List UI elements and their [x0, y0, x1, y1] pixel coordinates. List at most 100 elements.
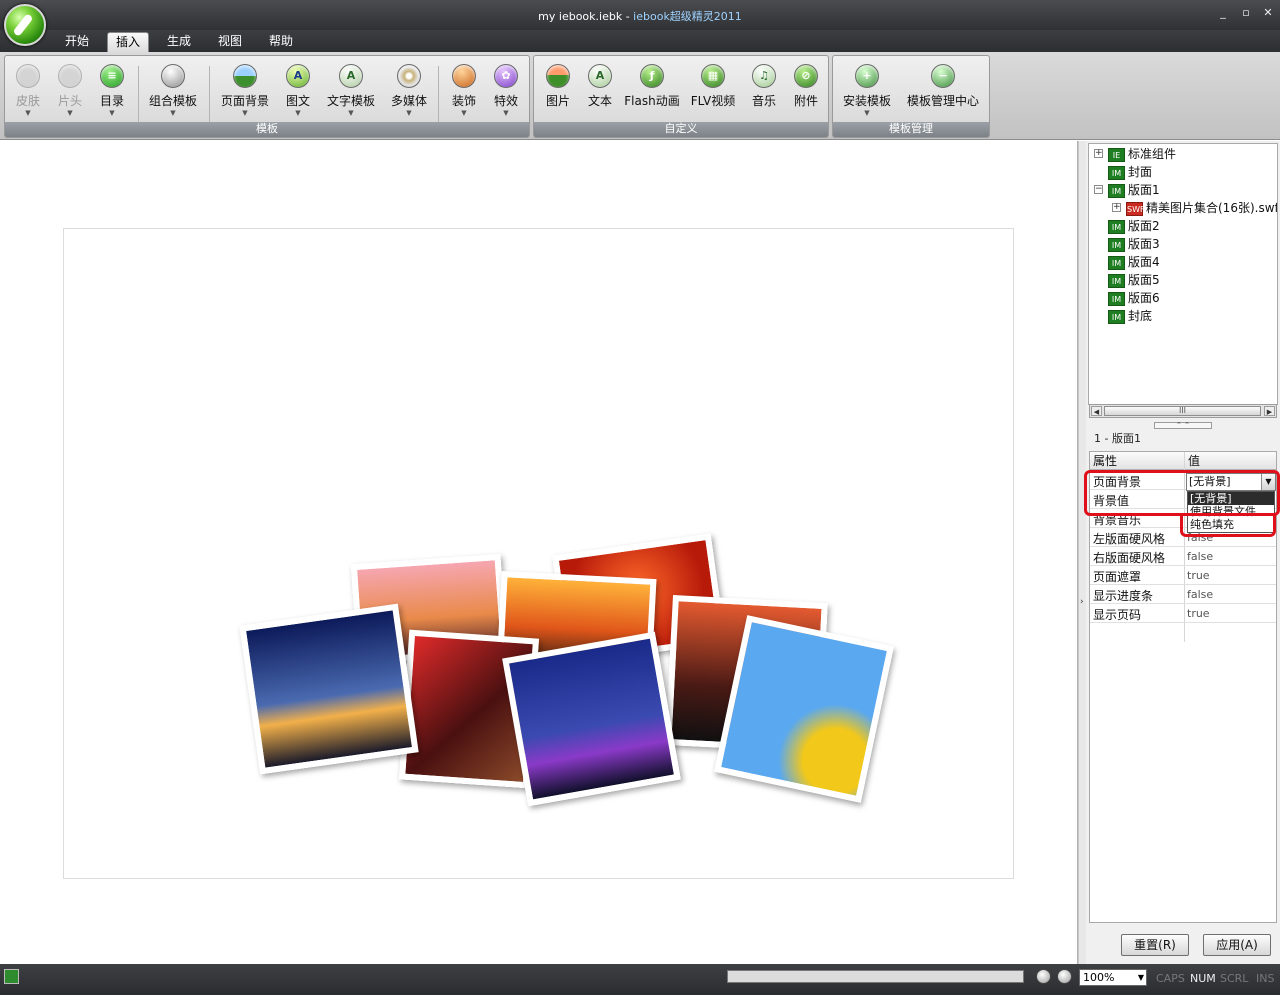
app-window: my iebook.iebk - iebook超级精灵2011 _ ▫ ✕ 开始… [0, 0, 1280, 995]
property-row-right-hard-style[interactable]: 右版面硬风格 false [1090, 547, 1276, 566]
tab-start[interactable]: 开始 [58, 32, 96, 52]
text-button[interactable]: A 文本 [582, 62, 618, 122]
feather-icon [452, 64, 476, 88]
tree-horizontal-scrollbar[interactable]: ◀ III ▶ [1089, 404, 1277, 418]
tree-node-page1[interactable]: IM 版面1 [1108, 182, 1160, 198]
scroll-left-icon[interactable]: ◀ [1091, 406, 1102, 416]
scroll-right-icon[interactable]: ▶ [1264, 406, 1275, 416]
plus-icon: + [855, 64, 879, 88]
tree-node-page4[interactable]: IM 版面4 [1108, 254, 1160, 270]
photo-harbor-night [502, 631, 681, 807]
close-button[interactable]: ✕ [1261, 7, 1275, 19]
pane-collapse-handle[interactable]: ⌃ ⌃ [1154, 422, 1212, 429]
page-icon: IM [1108, 309, 1125, 324]
decoration-button[interactable]: 装饰 ▼ [445, 62, 483, 122]
ribbon-separator [438, 66, 439, 122]
title-bar: my iebook.iebk - iebook超级精灵2011 _ ▫ ✕ [0, 0, 1280, 30]
panel-splitter[interactable]: › [1078, 141, 1086, 964]
status-bar: 100% ▼ CAPS NUM SCRL INS [0, 964, 1280, 995]
scroll-thumb[interactable]: III [1104, 406, 1261, 416]
landscape-icon [233, 64, 257, 88]
music-button[interactable]: ♫ 音乐 [746, 62, 782, 122]
tree-node-cover[interactable]: IM 封面 [1108, 164, 1152, 180]
chevron-down-icon[interactable]: ▼ [1261, 474, 1275, 490]
property-row-show-page-number[interactable]: 显示页码 true [1090, 604, 1276, 623]
page-icon: IM [1108, 255, 1125, 270]
combo-template-button[interactable]: 组合模板 ▼ [145, 62, 201, 122]
flv-video-button[interactable]: ▦ FLV视频 [688, 62, 738, 122]
tree-node-page5[interactable]: IM 版面5 [1108, 272, 1160, 288]
disc-icon [397, 64, 421, 88]
zoom-in-icon[interactable] [1057, 969, 1072, 984]
image-text-button[interactable]: A 图文 ▼ [279, 62, 317, 122]
app-orb-button[interactable] [4, 4, 46, 46]
page-background-dropdown-list: [无背景] 使用背景文件 纯色填充 [1187, 491, 1275, 533]
flash-icon: ƒ [640, 64, 664, 88]
template-center-button[interactable]: − 模板管理中心 [905, 62, 981, 122]
tab-help[interactable]: 帮助 [261, 32, 301, 52]
window-title: my iebook.iebk - iebook超级精灵2011 [0, 8, 1280, 24]
tab-insert[interactable]: 插入 [107, 32, 149, 52]
multimedia-button[interactable]: 多媒体 ▼ [386, 62, 432, 122]
page-background-select[interactable]: [无背景] ▼ [1186, 473, 1276, 491]
value-column-header[interactable]: 值 [1184, 452, 1276, 470]
zoom-out-icon[interactable] [1036, 969, 1051, 984]
tab-view[interactable]: 视图 [210, 32, 250, 52]
picture-icon [546, 64, 570, 88]
install-template-button[interactable]: + 安装模板 ▼ [839, 62, 895, 122]
property-row-page-mask[interactable]: 页面遮罩 true [1090, 566, 1276, 585]
tab-generate[interactable]: 生成 [159, 32, 199, 52]
page-icon: IM [1108, 291, 1125, 306]
page-icon: IM [1108, 183, 1125, 198]
scrl-indicator: SCRL [1220, 972, 1249, 985]
flash-button[interactable]: ƒ Flash动画 [624, 62, 680, 122]
page-icon: IM [1108, 237, 1125, 252]
page-icon: IM [1108, 219, 1125, 234]
tree-node-back-cover[interactable]: IM 封底 [1108, 308, 1152, 324]
dropdown-option-no-background[interactable]: [无背景] [1188, 492, 1274, 505]
reset-button[interactable]: 重置(R) [1121, 934, 1189, 956]
ribbon-separator [209, 66, 210, 122]
tree-node-page3[interactable]: IM 版面3 [1108, 236, 1160, 252]
ribbon-separator [138, 66, 139, 122]
apply-button[interactable]: 应用(A) [1203, 934, 1271, 956]
properties-title: 1 - 版面1 [1094, 432, 1141, 445]
picture-button[interactable]: 图片 [540, 62, 576, 122]
group-label-template: 模板 [5, 122, 529, 137]
tree-node-swf[interactable]: SWF精美图片集合(16张).swf [1126, 200, 1277, 216]
ribbon-group-template: 皮肤 ▼ 片头 ▼ ≡ 目录 ▼ 组合模板 ▼ 页面背景 ▼ A 图文 ▼ A 文字模板 ▼ 多媒体… [4, 55, 530, 138]
right-panel: + IE 标准组件 IM 封面 − IM 版面1 + SWF精美图片集合(16张).s… [1086, 141, 1280, 964]
expand-icon[interactable]: + [1112, 203, 1121, 212]
design-canvas[interactable] [0, 141, 1078, 964]
effects-button[interactable]: ✿ 特效 ▼ [487, 62, 525, 122]
property-column-header[interactable]: 属性 [1090, 452, 1184, 470]
page-background-button[interactable]: 页面背景 ▼ [217, 62, 273, 122]
image-text-icon: A [286, 64, 310, 88]
tree-node-standard-components[interactable]: IE 标准组件 [1108, 146, 1176, 162]
photo-collage[interactable] [239, 533, 924, 839]
maximize-button[interactable]: ▫ [1239, 7, 1253, 19]
ribbon-tab-bar: 开始 插入 生成 视图 帮助 [0, 30, 1280, 52]
text-template-button[interactable]: A 文字模板 ▼ [323, 62, 379, 122]
dropdown-option-background-file[interactable]: 使用背景文件 [1188, 505, 1274, 518]
attachment-button[interactable]: ⊘ 附件 [788, 62, 824, 122]
zoom-select[interactable]: 100% ▼ [1079, 969, 1147, 986]
tree-node-page6[interactable]: IM 版面6 [1108, 290, 1160, 306]
collapse-icon[interactable]: − [1094, 185, 1103, 194]
group-label-custom: 自定义 [534, 122, 828, 137]
minimize-button[interactable]: _ [1216, 7, 1230, 19]
book-page[interactable] [63, 228, 1014, 879]
chevron-right-icon[interactable]: › [1080, 597, 1084, 607]
chevron-down-icon[interactable]: ▼ [1138, 970, 1144, 985]
tree-node-page2[interactable]: IM 版面2 [1108, 218, 1160, 234]
expand-icon[interactable]: + [1094, 149, 1103, 158]
toc-button[interactable]: ≡ 目录 ▼ [93, 62, 131, 122]
dropdown-option-solid-fill[interactable]: 纯色填充 [1188, 518, 1274, 531]
intro-button: 片头 ▼ [51, 62, 89, 122]
ie-icon: IE [1108, 147, 1125, 162]
status-progress-bar [727, 970, 1024, 983]
property-row-show-progress[interactable]: 显示进度条 false [1090, 585, 1276, 604]
ins-indicator: INS [1256, 972, 1275, 985]
page-icon: IM [1108, 165, 1125, 180]
skin-icon [16, 64, 40, 88]
